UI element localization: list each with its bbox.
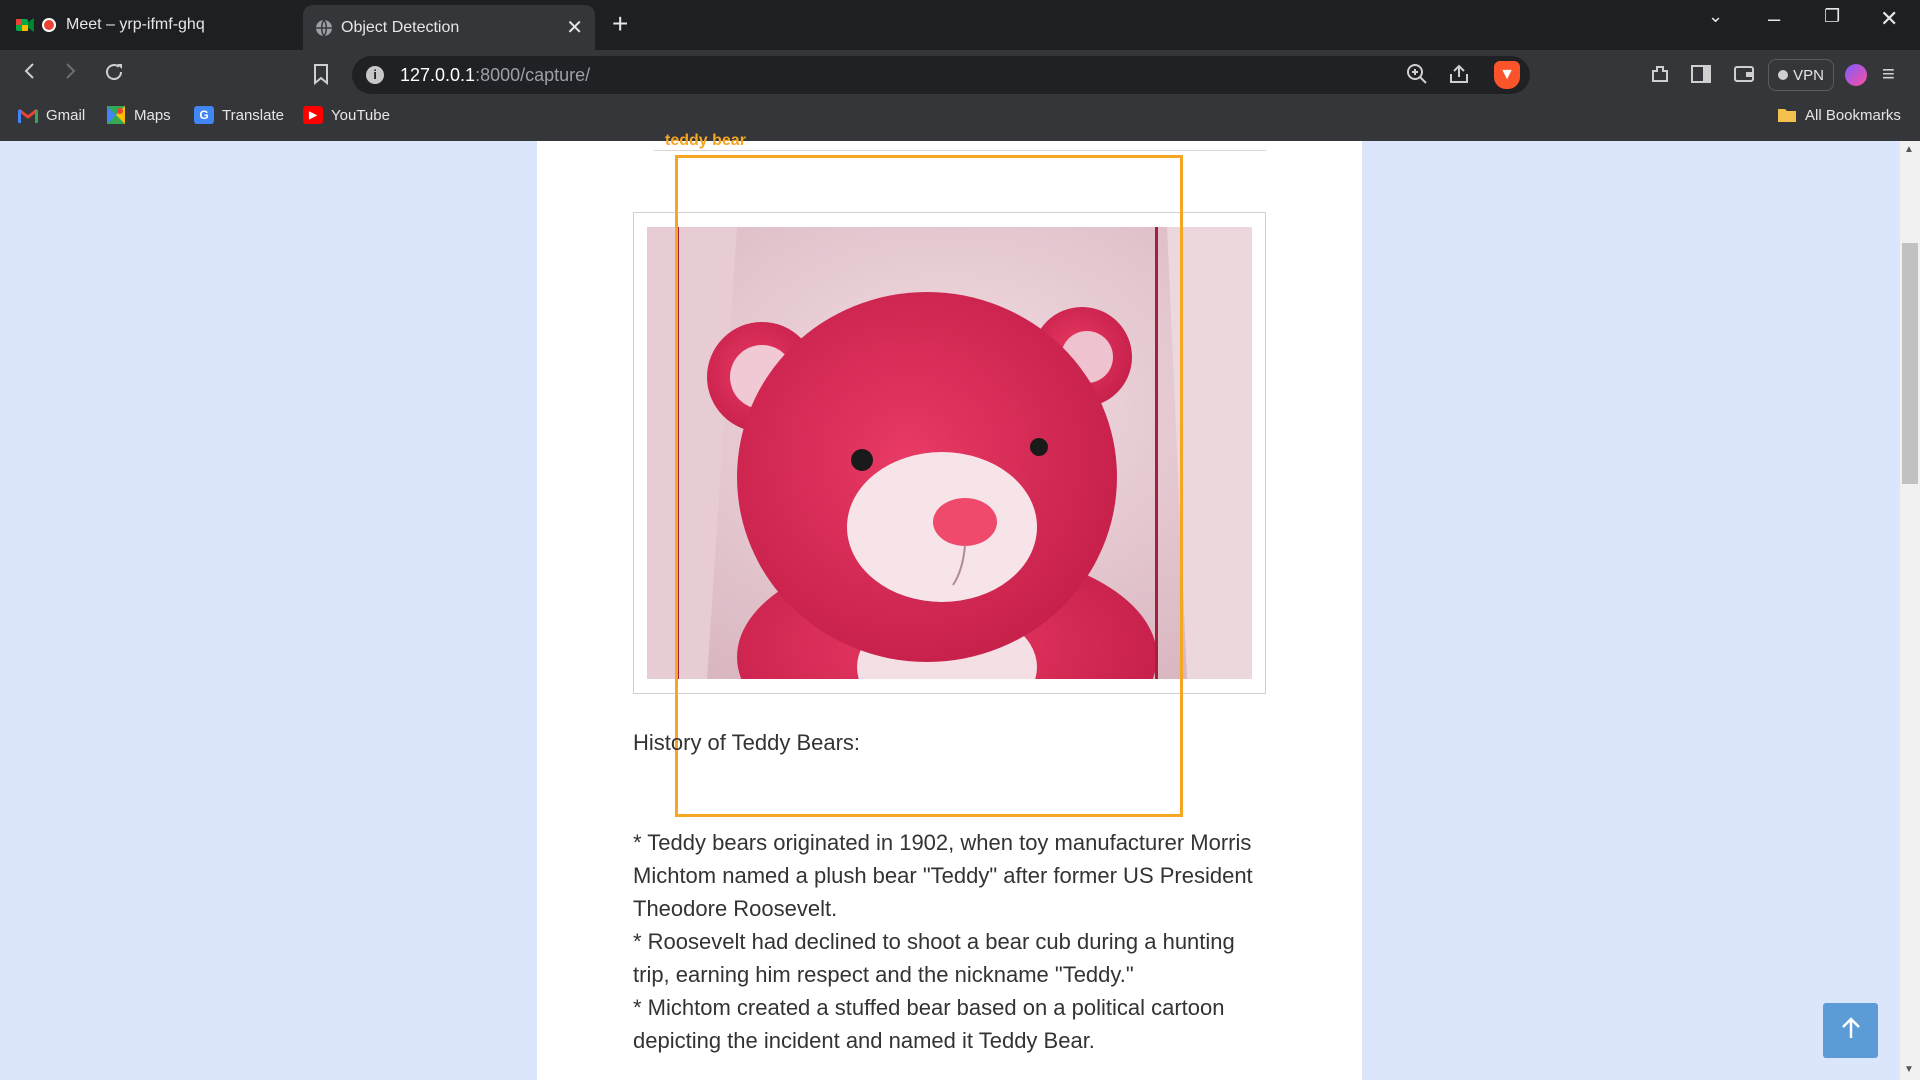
site-info-icon[interactable]: i <box>366 66 384 84</box>
menu-icon[interactable]: ≡ <box>1882 61 1895 87</box>
bookmark-gmail[interactable]: Gmail <box>18 106 85 124</box>
bookmark-maps[interactable]: Maps <box>106 106 171 124</box>
history-heading: History of Teddy Bears: <box>633 730 861 755</box>
back-to-top-button[interactable] <box>1823 1003 1878 1058</box>
address-bar[interactable]: i 127.0.0.1:8000/capture/ ▼ <box>352 56 1530 94</box>
extensions-icon[interactable] <box>1649 63 1671 91</box>
all-bookmarks[interactable]: All Bookmarks <box>1777 106 1901 124</box>
minimize-button[interactable]: – <box>1768 6 1780 32</box>
translate-icon: G <box>194 106 214 124</box>
vpn-button[interactable]: VPN <box>1768 59 1834 91</box>
history-line: * Roosevelt had declined to shoot a bear… <box>633 929 1235 987</box>
close-window-button[interactable]: ✕ <box>1880 6 1898 32</box>
brave-shields-icon[interactable]: ▼ <box>1494 61 1520 89</box>
url-text[interactable]: 127.0.0.1:8000/capture/ <box>400 65 590 86</box>
new-tab-button[interactable]: + <box>612 8 628 40</box>
restore-button[interactable]: ❐ <box>1824 6 1840 27</box>
tab-title: Meet – yrp-ifmf-ghq <box>66 16 205 33</box>
maps-icon <box>106 106 126 124</box>
bookmark-youtube[interactable]: ▶ YouTube <box>303 106 390 124</box>
folder-icon <box>1777 106 1797 124</box>
tab-title: Object Detection <box>341 18 460 36</box>
vpn-status-icon <box>1778 70 1789 80</box>
history-line: * Teddy bears originated in 1902, when t… <box>633 830 1253 921</box>
scrollbar-thumb[interactable] <box>1902 243 1918 484</box>
share-icon[interactable] <box>1448 63 1470 91</box>
recording-icon <box>42 18 56 32</box>
zoom-icon[interactable] <box>1406 63 1428 91</box>
bookmark-translate[interactable]: G Translate <box>194 106 284 124</box>
detection-label: teddy bear <box>665 132 746 149</box>
history-text: * Teddy bears originated in 1902, when t… <box>633 826 1273 1057</box>
detection-bounding-box <box>675 155 1183 817</box>
tab-search-icon[interactable]: ⌄ <box>1708 6 1723 27</box>
bookmark-icon[interactable] <box>312 63 330 91</box>
back-icon[interactable] <box>20 61 40 87</box>
history-line: * Michtom created a stuffed bear based o… <box>633 995 1225 1053</box>
scroll-down-arrow-icon[interactable]: ▼ <box>1904 1064 1914 1075</box>
youtube-icon: ▶ <box>303 106 323 124</box>
gmail-icon <box>18 106 38 124</box>
tab-meet[interactable]: Meet – yrp-ifmf-ghq <box>10 6 300 44</box>
profile-avatar[interactable] <box>1845 64 1867 86</box>
tab-object-detection[interactable]: Object Detection ✕ <box>303 5 595 50</box>
sidebar-icon[interactable] <box>1690 64 1712 90</box>
globe-icon <box>315 18 333 37</box>
scroll-up-arrow-icon[interactable]: ▲ <box>1904 144 1914 155</box>
arrow-up-icon <box>1840 1015 1862 1047</box>
meet-icon <box>16 16 34 34</box>
forward-icon[interactable] <box>60 61 80 87</box>
reload-icon[interactable] <box>103 61 125 89</box>
close-tab-icon[interactable]: ✕ <box>566 15 583 40</box>
divider <box>654 150 1266 151</box>
wallet-icon[interactable] <box>1733 64 1755 90</box>
